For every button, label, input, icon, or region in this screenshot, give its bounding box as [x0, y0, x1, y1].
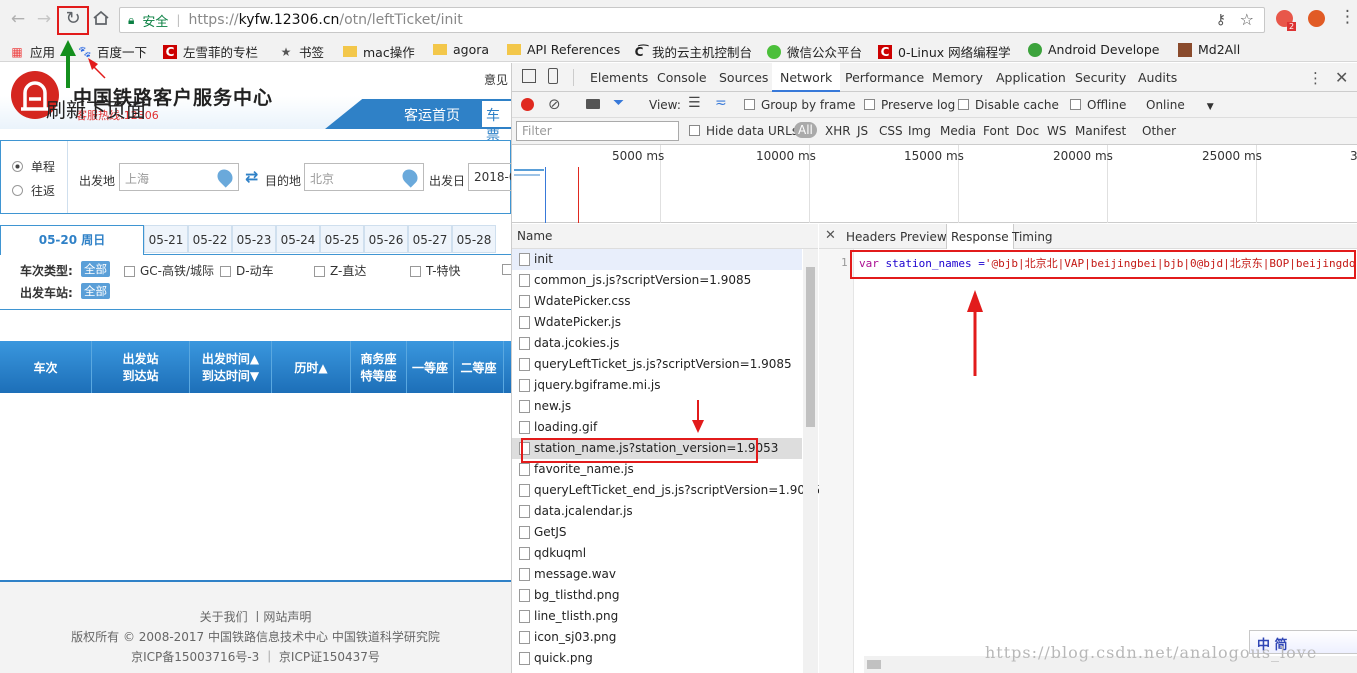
- watermark: https://blog.csdn.net/analogous_love: [985, 643, 1318, 662]
- screenshot-root: ← → ↻ 🔒︎ 安全 | https:// kyfw.12306.cn /ot…: [0, 0, 1357, 673]
- annotation-arrows: [60, 40, 983, 433]
